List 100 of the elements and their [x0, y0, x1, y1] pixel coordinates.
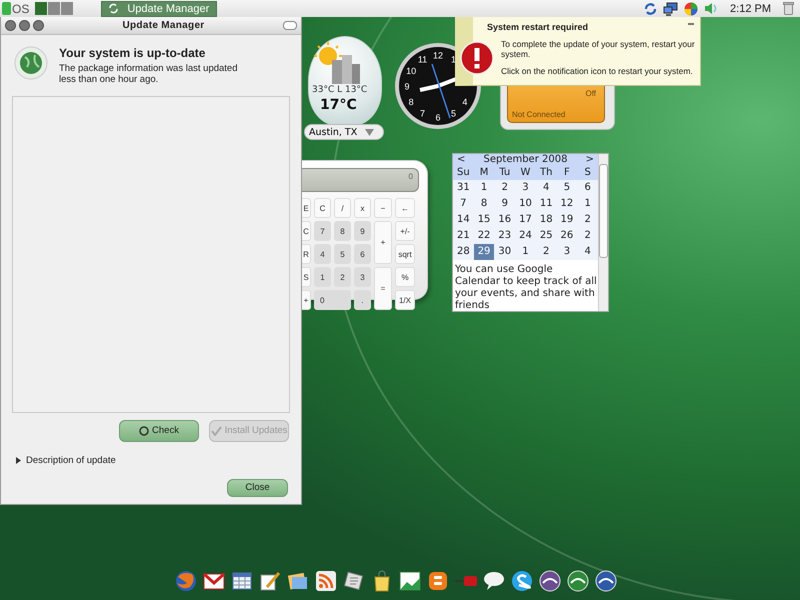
calendar-day[interactable]: 8 — [474, 196, 494, 212]
calculator-key[interactable]: R — [302, 244, 311, 264]
calendar-day[interactable]: 1 — [577, 196, 598, 212]
switch-label[interactable]: Off — [585, 89, 596, 98]
calculator-key[interactable]: 8 — [334, 221, 351, 241]
panel-clock[interactable]: 2:12 PM — [730, 2, 771, 14]
calendar-day[interactable]: 29 — [474, 244, 494, 260]
calculator-key[interactable]: sqrt — [395, 244, 415, 264]
calendar-day[interactable]: 1 — [515, 244, 536, 260]
calculator-key[interactable]: 4 — [314, 244, 331, 264]
calendar-day[interactable]: 16 — [494, 212, 516, 228]
calculator-key[interactable]: 5 — [334, 244, 351, 264]
calendar-day[interactable]: 21 — [453, 228, 474, 244]
calculator-key[interactable]: C — [314, 198, 331, 218]
next-month-link[interactable]: > — [586, 154, 594, 165]
calculator-key[interactable]: x — [354, 198, 371, 218]
calendar-day[interactable]: 3 — [556, 244, 578, 260]
calendar-day[interactable]: 3 — [515, 180, 536, 196]
calendar-day[interactable]: 22 — [474, 228, 494, 244]
collapsed-triangle-icon[interactable] — [15, 456, 21, 464]
minimize-icon[interactable] — [19, 20, 30, 31]
calculator-key[interactable]: − — [374, 198, 392, 218]
calendar-day[interactable]: 7 — [453, 196, 474, 212]
calendar-day[interactable]: 5 — [556, 180, 578, 196]
close-icon[interactable] — [5, 20, 16, 31]
calculator-key[interactable]: 1/X — [395, 290, 415, 310]
close-button[interactable]: Close — [227, 478, 288, 497]
colorful-orb-icon[interactable] — [684, 2, 698, 16]
calendar-day[interactable]: 23 — [494, 228, 516, 244]
calculator-key[interactable]: 9 — [354, 221, 371, 241]
calendar-day[interactable]: 1 — [474, 180, 494, 196]
speaker-icon[interactable] — [704, 2, 718, 15]
calculator-key[interactable]: S — [302, 267, 311, 287]
clock-numeral: 4 — [462, 97, 468, 107]
check-button[interactable]: Check — [119, 420, 199, 442]
calendar-day[interactable]: 12 — [556, 196, 578, 212]
network-icon[interactable] — [663, 2, 678, 16]
calculator-key[interactable]: 6 — [354, 244, 371, 264]
calculator-key[interactable]: C — [302, 221, 311, 241]
calendar-day[interactable]: 2 — [577, 212, 598, 228]
status-message: The package information was last updated less than one hour ago. — [59, 64, 238, 86]
taskbar-button[interactable]: Update Manager — [101, 0, 218, 16]
previous-month-link[interactable]: < — [457, 154, 466, 165]
trash-icon[interactable] — [783, 2, 794, 15]
calendar-day[interactable]: 28 — [453, 244, 474, 260]
calculator-key[interactable]: + — [302, 290, 311, 310]
calendar-day[interactable]: 2 — [536, 244, 557, 260]
calendar-day[interactable]: 31 — [453, 180, 474, 196]
window-title: Update Manager — [122, 20, 206, 31]
calculator-key[interactable]: . — [354, 290, 371, 310]
calendar-day[interactable]: 24 — [515, 228, 536, 244]
notification-title: System restart required — [487, 22, 588, 32]
calculator-key[interactable]: ← — [395, 198, 415, 218]
calendar-day[interactable]: 9 — [494, 196, 516, 212]
s-circle-icon[interactable] — [510, 569, 534, 593]
calendar-day[interactable]: 15 — [474, 212, 494, 228]
speech-bubble-icon[interactable] — [482, 569, 506, 593]
calculator-key[interactable]: = — [374, 267, 392, 310]
maximize-icon[interactable] — [33, 20, 44, 31]
calculator-key[interactable]: 1 — [314, 267, 331, 287]
weekday-label: Tu — [498, 166, 512, 180]
calendar-day[interactable]: 4 — [577, 244, 598, 260]
workspace-icon[interactable] — [35, 2, 48, 15]
calendar-day[interactable]: 6 — [577, 180, 598, 196]
calculator-key[interactable]: +/- — [395, 221, 415, 241]
calculator-key[interactable]: / — [334, 198, 351, 218]
calendar-day[interactable]: 25 — [536, 228, 557, 244]
roll-up-icon[interactable] — [283, 21, 297, 30]
landscape-icon[interactable] — [398, 569, 422, 593]
feed-icon[interactable] — [314, 569, 338, 593]
calendar-day[interactable]: 30 — [494, 244, 516, 260]
calculator-key[interactable]: 7 — [314, 221, 331, 241]
calculator-key[interactable]: + — [374, 221, 392, 264]
clock-numeral: 8 — [408, 97, 414, 107]
calendar-day[interactable]: 2 — [494, 180, 516, 196]
workspace-icon[interactable] — [48, 2, 60, 15]
workspace-icon[interactable] — [61, 2, 74, 15]
calendar-day[interactable]: 11 — [536, 196, 557, 212]
calendar-day[interactable]: 2 — [577, 228, 598, 244]
calendar-day[interactable]: 17 — [515, 212, 536, 228]
letter-b-tile-icon[interactable] — [426, 569, 450, 593]
calculator-key[interactable]: 2 — [334, 267, 351, 287]
calculator-key[interactable]: % — [395, 267, 415, 287]
calendar-day[interactable]: 10 — [515, 196, 536, 212]
calendar-day[interactable]: 4 — [536, 180, 557, 196]
document-pencil-icon[interactable] — [258, 569, 282, 593]
calendar-day[interactable]: 18 — [536, 212, 557, 228]
dropdown-arrow-icon[interactable] — [365, 128, 374, 136]
logo-text[interactable]: OS — [12, 2, 30, 16]
location-selector[interactable]: Austin, TX — [304, 124, 384, 140]
status-heading: Your system is up-to-date — [59, 46, 206, 60]
calendar-day[interactable]: 19 — [556, 212, 578, 228]
expander-label[interactable]: Description of update — [26, 454, 116, 466]
calendar-day[interactable]: 14 — [453, 212, 474, 228]
error-icon[interactable] — [460, 41, 494, 75]
scrollbar[interactable] — [598, 154, 608, 311]
calculator-key[interactable]: 3 — [354, 267, 371, 287]
calculator-key[interactable]: E — [302, 198, 311, 218]
calendar-day[interactable]: 26 — [556, 228, 578, 244]
calculator-key[interactable]: 0 — [314, 290, 351, 310]
